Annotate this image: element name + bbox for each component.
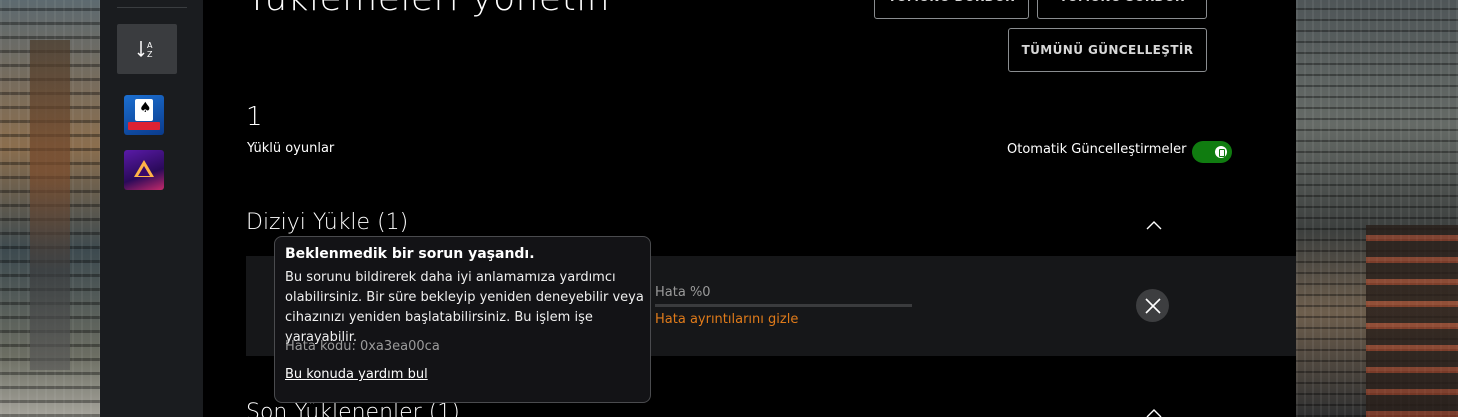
rail-divider xyxy=(117,7,187,8)
logo-stripe xyxy=(128,122,160,130)
hide-error-details-link[interactable]: Hata ayrıntılarını gizle xyxy=(655,312,798,327)
game-warning-icon[interactable] xyxy=(124,150,164,190)
side-rail: A Z xyxy=(100,0,203,417)
page-title: Yüklemeleri yönetin xyxy=(246,0,610,19)
update-all-button[interactable]: TÜMÜNÜ GÜNCELLEŞTİR xyxy=(1008,28,1207,72)
installed-count: 1 xyxy=(246,102,263,132)
error-code: Hata kodu: 0xa3ea00ca xyxy=(285,339,440,354)
sort-az-icon: A Z xyxy=(137,41,153,59)
warning-triangle-inner xyxy=(138,166,150,176)
auto-updates-label: Otomatik Güncelleştirmeler xyxy=(1007,142,1187,157)
toggle-knob xyxy=(1215,146,1227,158)
installed-count-label: Yüklü oyunlar xyxy=(247,141,335,156)
background-wallpaper-right xyxy=(1296,0,1458,417)
cancel-button[interactable] xyxy=(1136,289,1169,322)
resume-all-button[interactable]: TÜMÜNÜ SÜRDÜR xyxy=(1037,0,1207,19)
error-tooltip: Beklenmedik bir sorun yaşandı. Bu sorunu… xyxy=(274,236,651,403)
chevron-up-icon[interactable] xyxy=(1146,406,1162,417)
queue-item-progress xyxy=(655,304,912,307)
sort-button[interactable]: A Z xyxy=(117,24,177,74)
solitaire-game-icon[interactable] xyxy=(124,95,164,135)
svg-text:A: A xyxy=(147,41,153,50)
error-body: Bu sorunu bildirerek daha iyi anlamamıza… xyxy=(285,270,644,345)
help-link[interactable]: Bu konuda yardım bul xyxy=(285,367,428,382)
queue-item-status: Hata %0 xyxy=(655,285,711,300)
pause-all-button[interactable]: TÜMÜNÜ DURDUR xyxy=(874,0,1029,19)
install-queue-title: Diziyi Yükle (1) xyxy=(246,210,409,235)
error-title: Beklenmedik bir sorun yaşandı. xyxy=(285,246,535,262)
svg-text:Z: Z xyxy=(147,50,153,59)
background-wallpaper-left xyxy=(0,0,100,417)
card-graphic xyxy=(135,99,153,121)
chevron-up-icon[interactable] xyxy=(1146,218,1162,234)
close-icon xyxy=(1144,297,1161,314)
auto-updates-toggle[interactable] xyxy=(1192,141,1232,163)
